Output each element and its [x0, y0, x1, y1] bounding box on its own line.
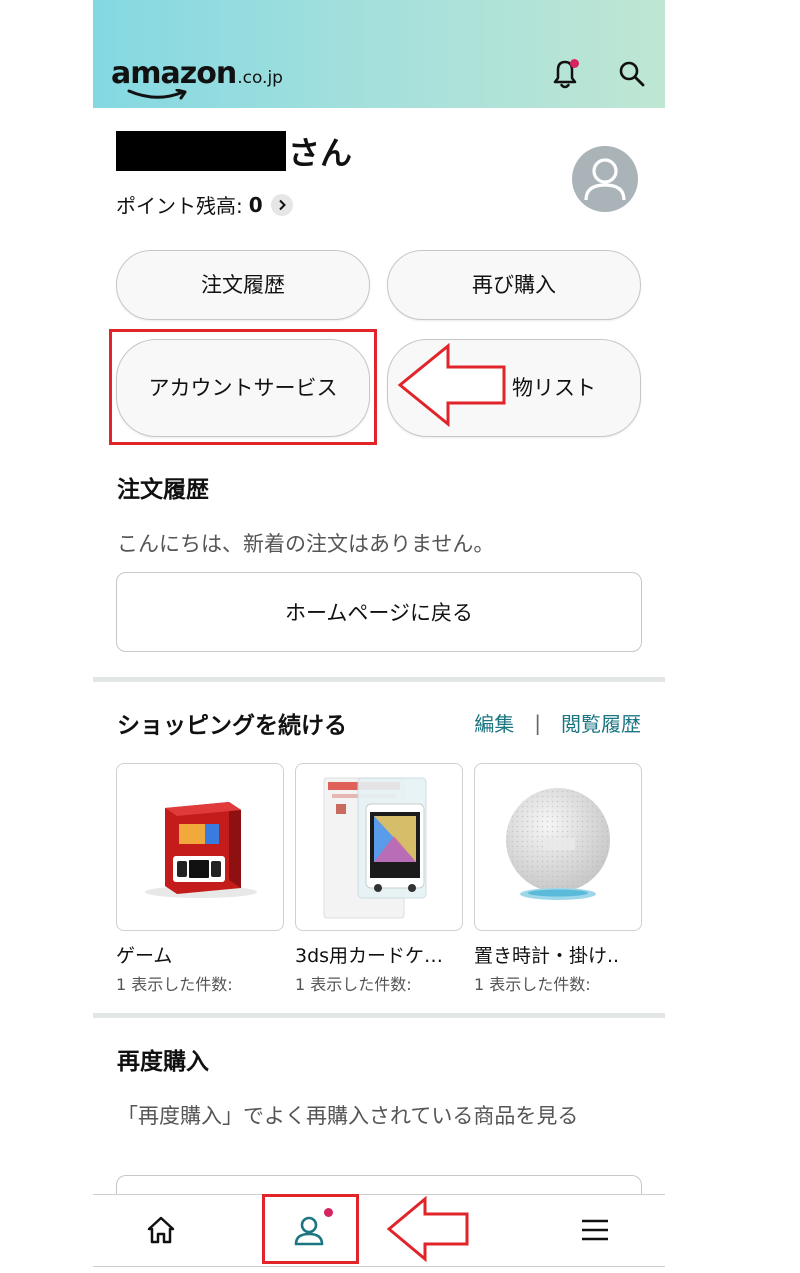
account-service-button[interactable]: アカウントサービス — [116, 339, 370, 437]
buy-again-message: 「再度購入」でよく再購入されている商品を見る — [117, 1104, 579, 1128]
points-value: 0 — [248, 192, 263, 217]
order-history-button[interactable]: 注文履歴 — [116, 250, 370, 320]
buy-again-title: 再度購入 — [117, 1049, 209, 1075]
product-title[interactable]: ゲーム — [116, 941, 284, 968]
account-icon[interactable] — [269, 1195, 349, 1265]
product-title[interactable]: 置き時計・掛け.. — [474, 941, 642, 968]
greeting: さん — [116, 126, 352, 176]
logo-smile-icon — [127, 89, 187, 100]
greeting-suffix: さん — [288, 134, 353, 172]
top-header: amazon.co.jp — [93, 0, 665, 108]
product-view-count: 1 表示した件数: — [116, 975, 233, 994]
bottom-navigation — [93, 1194, 665, 1273]
back-to-home-button[interactable]: ホームページに戻る — [116, 572, 642, 652]
points-label: ポイント残高: — [116, 194, 243, 218]
bottom-divider — [93, 1266, 665, 1267]
bell-icon[interactable] — [547, 56, 583, 92]
amazon-logo[interactable]: amazon.co.jp — [111, 56, 283, 102]
logo-word: amazon — [111, 56, 237, 91]
avatar-person-icon — [584, 158, 626, 201]
active-tab-indicator — [277, 1194, 343, 1197]
product-view-count: 1 表示した件数: — [295, 975, 412, 994]
product-card[interactable]: 置き時計・掛け.. 1 表示した件数: — [474, 763, 642, 995]
section-divider — [93, 677, 665, 682]
left-arrow-annotation-icon — [398, 343, 506, 427]
orders-section-title: 注文履歴 — [117, 477, 209, 503]
notification-dot — [570, 59, 579, 68]
home-icon[interactable] — [121, 1195, 201, 1265]
logo-tld: .co.jp — [237, 68, 283, 88]
section-divider — [93, 1013, 665, 1018]
avatar[interactable] — [572, 146, 638, 212]
points-balance[interactable]: ポイント残高: 0 — [116, 190, 293, 219]
product-card[interactable]: ゲーム 1 表示した件数: — [116, 763, 284, 995]
search-icon[interactable] — [614, 56, 650, 92]
chevron-right-icon[interactable] — [270, 193, 293, 216]
continue-shopping-links: 編集 | 閲覧履歴 — [474, 708, 641, 737]
product-image-screen-protector[interactable] — [295, 763, 463, 931]
browsing-history-link[interactable]: 閲覧履歴 — [561, 708, 641, 737]
continue-shopping-title: ショッピングを続ける — [117, 713, 347, 739]
amazon-account-screen: amazon.co.jp さん ポイント残高: 0 注文履歴 再び購入 アカウン… — [93, 0, 665, 1273]
product-view-count: 1 表示した件数: — [474, 975, 591, 994]
notification-dot — [324, 1208, 333, 1217]
orders-empty-message: こんにちは、新着の注文はありません。 — [117, 532, 495, 556]
edit-link[interactable]: 編集 — [474, 708, 514, 737]
product-card[interactable]: 3ds用カードケ… 1 表示した件数: — [295, 763, 463, 995]
left-arrow-annotation-icon — [387, 1196, 469, 1262]
link-separator: | — [534, 710, 541, 735]
menu-icon[interactable] — [555, 1195, 635, 1265]
product-image-smart-speaker[interactable] — [474, 763, 642, 931]
buy-again-button[interactable]: 再び購入 — [387, 250, 641, 320]
product-title[interactable]: 3ds用カードケ… — [295, 941, 463, 968]
redacted-name — [116, 131, 286, 171]
product-image-game-console[interactable] — [116, 763, 284, 931]
